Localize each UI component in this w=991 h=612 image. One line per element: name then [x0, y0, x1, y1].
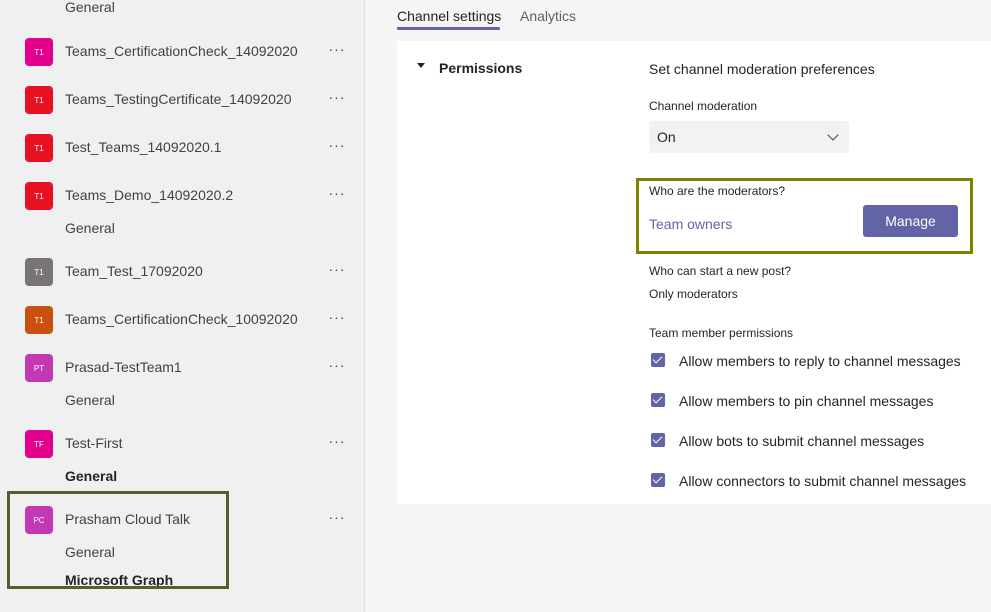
more-options-icon[interactable]: ···: [328, 85, 346, 109]
channel-general[interactable]: General: [65, 0, 115, 15]
new-post-label: Who can start a new post?: [649, 264, 792, 278]
team-item[interactable]: T1 Teams_TestingCertificate_14092020 ···: [0, 82, 364, 114]
more-options-icon[interactable]: ···: [328, 181, 346, 205]
highlight-box-team: [7, 491, 229, 589]
more-options-icon[interactable]: ···: [328, 305, 346, 329]
member-permissions-label: Team member permissions: [649, 326, 794, 340]
team-avatar: T1: [25, 38, 53, 66]
tab-channel-settings[interactable]: Channel settings: [397, 8, 501, 24]
team-item[interactable]: T1 Teams_CertificationCheck_10092020 ···: [0, 302, 364, 334]
more-options-icon[interactable]: ···: [328, 133, 346, 157]
tab-analytics[interactable]: Analytics: [520, 8, 576, 24]
team-name: Test_Teams_14092020.1: [65, 139, 222, 155]
checkbox-bots[interactable]: [651, 433, 665, 447]
team-name: Teams_CertificationCheck_14092020: [65, 43, 298, 59]
checkbox-reply[interactable]: [651, 353, 665, 367]
channel-general[interactable]: General: [65, 468, 117, 484]
chevron-down-icon: [827, 129, 839, 141]
checkbox-pin[interactable]: [651, 393, 665, 407]
checkbox-reply-label[interactable]: Allow members to reply to channel messag…: [679, 353, 961, 369]
more-options-icon[interactable]: ···: [328, 429, 346, 453]
team-name: Test-First: [65, 435, 123, 451]
channel-moderation-label: Channel moderation: [649, 99, 758, 113]
moderators-value: Team owners: [649, 216, 733, 232]
team-item[interactable]: T1 Test_Teams_14092020.1 ···: [0, 130, 364, 162]
channel-moderation-value: On: [657, 129, 676, 145]
channel-moderation-select[interactable]: On: [649, 121, 849, 153]
checkbox-connectors[interactable]: [651, 473, 665, 487]
team-avatar: PT: [25, 354, 53, 382]
permissions-section-title[interactable]: Permissions: [439, 60, 522, 76]
more-options-icon[interactable]: ···: [328, 257, 346, 281]
checkbox-connectors-label[interactable]: Allow connectors to submit channel messa…: [679, 473, 966, 489]
moderators-label: Who are the moderators?: [649, 184, 786, 198]
collapse-caret-icon[interactable]: [417, 63, 425, 68]
team-name: Team_Test_17092020: [65, 263, 203, 279]
moderation-heading: Set channel moderation preferences: [649, 61, 875, 77]
channel-general[interactable]: General: [65, 392, 115, 408]
more-options-icon[interactable]: ···: [328, 505, 346, 529]
new-post-value: Only moderators: [649, 287, 738, 301]
channel-general[interactable]: General: [65, 220, 115, 236]
manage-button[interactable]: Manage: [863, 205, 958, 237]
more-options-icon[interactable]: ···: [328, 353, 346, 377]
team-avatar: TF: [25, 430, 53, 458]
team-avatar: T1: [25, 86, 53, 114]
team-item[interactable]: PT Prasad-TestTeam1 ···: [0, 350, 364, 382]
team-item[interactable]: T1 Teams_Demo_14092020.2 ···: [0, 178, 364, 210]
team-item[interactable]: T1 Teams_CertificationCheck_14092020 ···: [0, 34, 364, 66]
active-tab-indicator: [397, 27, 500, 30]
team-name: Teams_TestingCertificate_14092020: [65, 91, 292, 107]
team-avatar: T1: [25, 134, 53, 162]
team-name: Teams_Demo_14092020.2: [65, 187, 234, 203]
team-avatar: T1: [25, 258, 53, 286]
team-item[interactable]: T1 Team_Test_17092020 ···: [0, 254, 364, 286]
more-options-icon[interactable]: ···: [328, 37, 346, 61]
team-name: Teams_CertificationCheck_10092020: [65, 311, 298, 327]
team-item[interactable]: TF Test-First ···: [0, 426, 364, 458]
team-avatar: T1: [25, 306, 53, 334]
checkbox-bots-label[interactable]: Allow bots to submit channel messages: [679, 433, 924, 449]
teams-sidebar: General T1 Teams_CertificationCheck_1409…: [0, 0, 365, 612]
checkbox-pin-label[interactable]: Allow members to pin channel messages: [679, 393, 933, 409]
team-avatar: T1: [25, 182, 53, 210]
team-name: Prasad-TestTeam1: [65, 359, 182, 375]
